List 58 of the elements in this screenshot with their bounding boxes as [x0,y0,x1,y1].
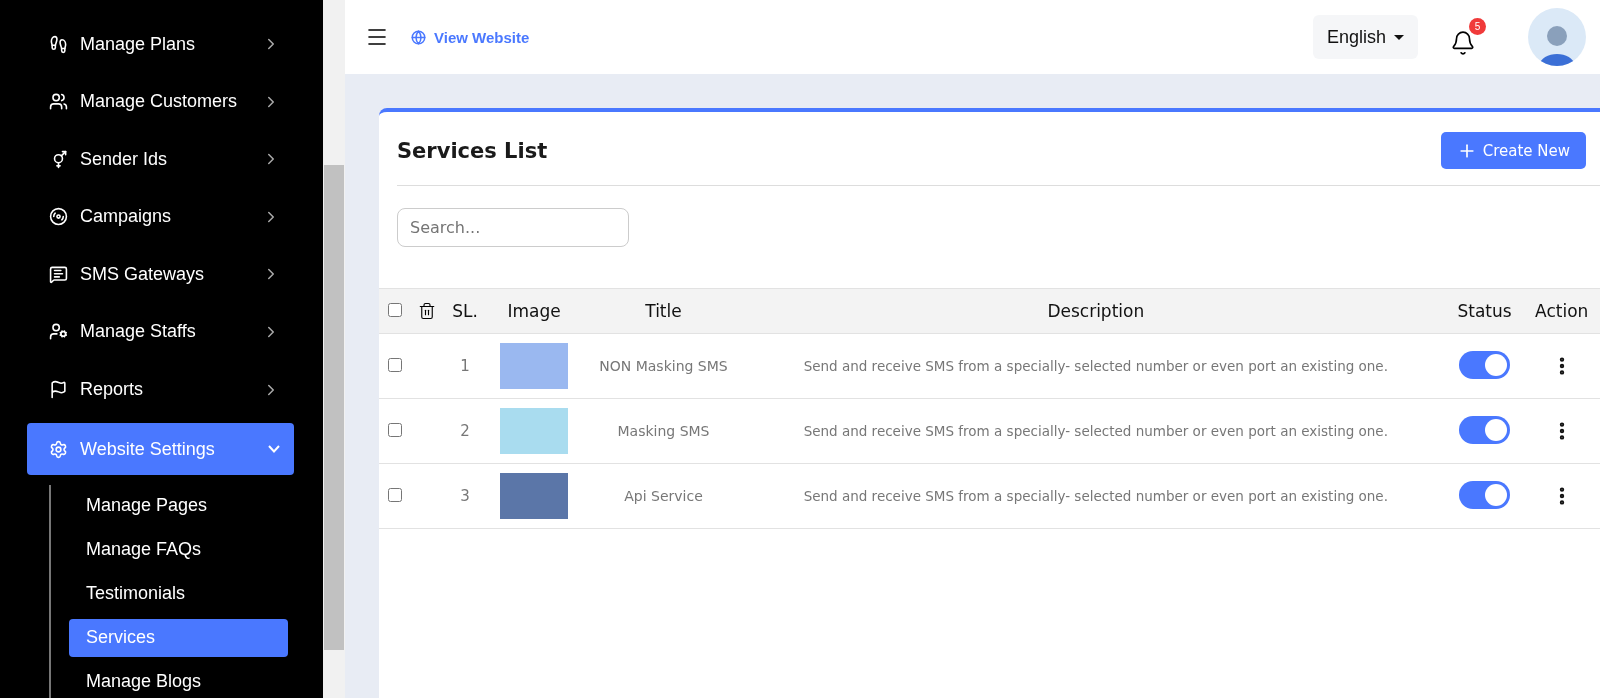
sidebar-subitem[interactable]: Manage FAQs [69,530,288,569]
language-dropdown[interactable]: English [1312,15,1418,59]
globe-icon [411,29,426,45]
create-new-button[interactable]: Create New [1440,132,1586,169]
notification-badge: 5 [1469,18,1486,35]
view-website-link[interactable]: View Website [411,28,530,46]
sidebar-item[interactable]: Manage Customers [27,77,294,126]
sidebar-item[interactable]: Reports [27,365,294,414]
photo-placeholder [500,343,569,389]
sidebar-subitem[interactable]: Services [69,618,288,657]
table-cell: Api Service [581,463,746,529]
photo-placeholder [500,473,569,519]
table-cell: Send and receive SMS from a specially- selected number or even port an existing one. [745,463,1446,529]
status-toggle[interactable] [1459,415,1511,444]
sidebar-subitem[interactable]: Manage Pages [69,486,288,525]
sidebar-item[interactable]: Manage Plans [27,20,294,68]
bell-icon [1450,30,1476,56]
sidebar-subitem[interactable]: Manage Blogs [69,662,288,698]
search-field[interactable]: Search... [397,208,629,247]
row-checkbox[interactable] [388,357,402,372]
sidebar-item[interactable]: Campaigns [27,192,294,241]
menu-item-icon [49,380,68,400]
chevron-down-icon [268,445,280,454]
sidebar-subitem[interactable]: Testimonials [69,574,288,613]
column-header: SL. [443,288,488,334]
table-cell: Send and receive SMS from a specially- selected number or even port an existing one. [745,398,1446,464]
status-toggle[interactable] [1459,350,1511,379]
table-cell: NON Masking SMS [581,333,746,399]
table-cell: Send and receive SMS from a specially- selected number or even port an existing one. [745,333,1446,399]
table-cell: 2 [443,398,488,464]
menu-item-icon [49,264,68,284]
status-toggle[interactable] [1459,480,1511,509]
delete-icon[interactable] [418,302,436,320]
table-cell: 1 [443,333,488,399]
column-header: Title [581,288,746,334]
column-header: Status [1445,288,1524,334]
sidebar-item[interactable]: SMS Gateways [27,250,294,299]
menu-item-icon [49,34,68,54]
scrollbar-track[interactable] [323,0,345,698]
menu-item-icon [49,207,68,227]
row-checkbox[interactable] [388,487,402,502]
menu-item-icon [49,439,68,459]
menu-item-icon [49,92,68,112]
photo-placeholder [500,408,569,454]
notification-button[interactable]: 5 [1450,18,1486,56]
table-cell: 3 [443,463,488,529]
sidebar-item[interactable]: Manage Staffs [27,307,294,356]
column-header: Image [487,288,582,334]
column-header: Action [1523,288,1600,334]
menu-item-icon [49,322,68,342]
select-all-checkbox[interactable] [388,303,402,317]
card-title: Services List [397,138,548,163]
column-header: Description [745,288,1446,334]
table-cell: Masking SMS [581,398,746,464]
row-checkbox[interactable] [388,422,402,437]
sidebar-item[interactable]: Sender Ids [27,135,294,184]
sidebar-item[interactable]: Website Settings [27,423,294,476]
scrollbar-thumb[interactable] [324,165,344,650]
